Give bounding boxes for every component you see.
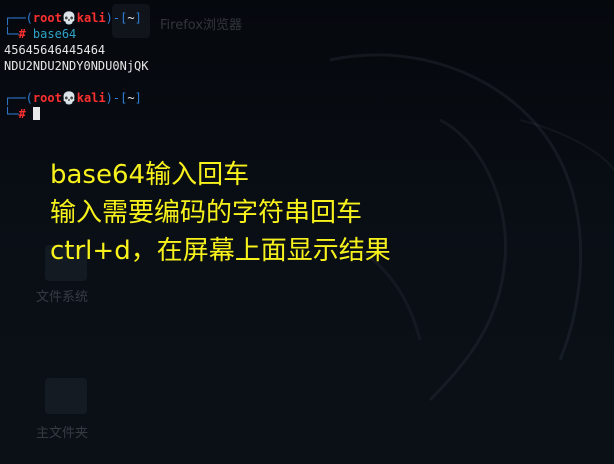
output-line: NDU2NDU2NDY0NDU0NjQK xyxy=(4,59,149,73)
prompt-close: ] xyxy=(134,91,142,105)
prompt-symbol: # xyxy=(18,107,26,121)
prompt-line-2: ┌──(root💀kali)-[~] xyxy=(4,90,142,106)
terminal-window[interactable]: ┌──(root💀kali)-[~] └─# base64 4564564644… xyxy=(0,0,614,464)
prompt-dir: ~ xyxy=(127,91,135,105)
annotation-line: ctrl+d，在屏幕上面显示结果 xyxy=(50,236,391,266)
prompt-mid: )-[ xyxy=(105,11,128,25)
prompt-close: ] xyxy=(134,11,142,25)
prompt-line-1: ┌──(root💀kali)-[~] xyxy=(4,10,142,26)
prompt-user: root xyxy=(32,91,62,105)
prompt-host: kali xyxy=(76,91,106,105)
skull-icon: 💀 xyxy=(61,91,77,105)
command-line-1: └─# base64 xyxy=(4,26,76,42)
skull-icon: 💀 xyxy=(61,11,77,25)
annotation-line: 输入需要编码的字符串回车 xyxy=(50,198,363,228)
prompt-dir: ~ xyxy=(127,11,135,25)
prompt-open: ┌──( xyxy=(4,11,33,25)
prompt-symbol: # xyxy=(18,27,26,41)
command-line-2[interactable]: └─# xyxy=(4,106,40,122)
desktop-screen: Firefox浏览器 文件系统 主文件夹 ┌──(root💀kali)-[~] … xyxy=(0,0,614,464)
prompt-open: ┌──( xyxy=(4,91,33,105)
annotation-line: base64输入回车 xyxy=(50,160,250,190)
prompt-mid: )-[ xyxy=(105,91,128,105)
command-text: base64 xyxy=(32,27,77,41)
prompt-second-line: └─ xyxy=(4,107,19,121)
prompt-user: root xyxy=(32,11,62,25)
output-line: 45645646445464 xyxy=(4,43,106,57)
prompt-host: kali xyxy=(76,11,106,25)
prompt-second-line: └─ xyxy=(4,27,19,41)
text-cursor xyxy=(32,107,40,120)
